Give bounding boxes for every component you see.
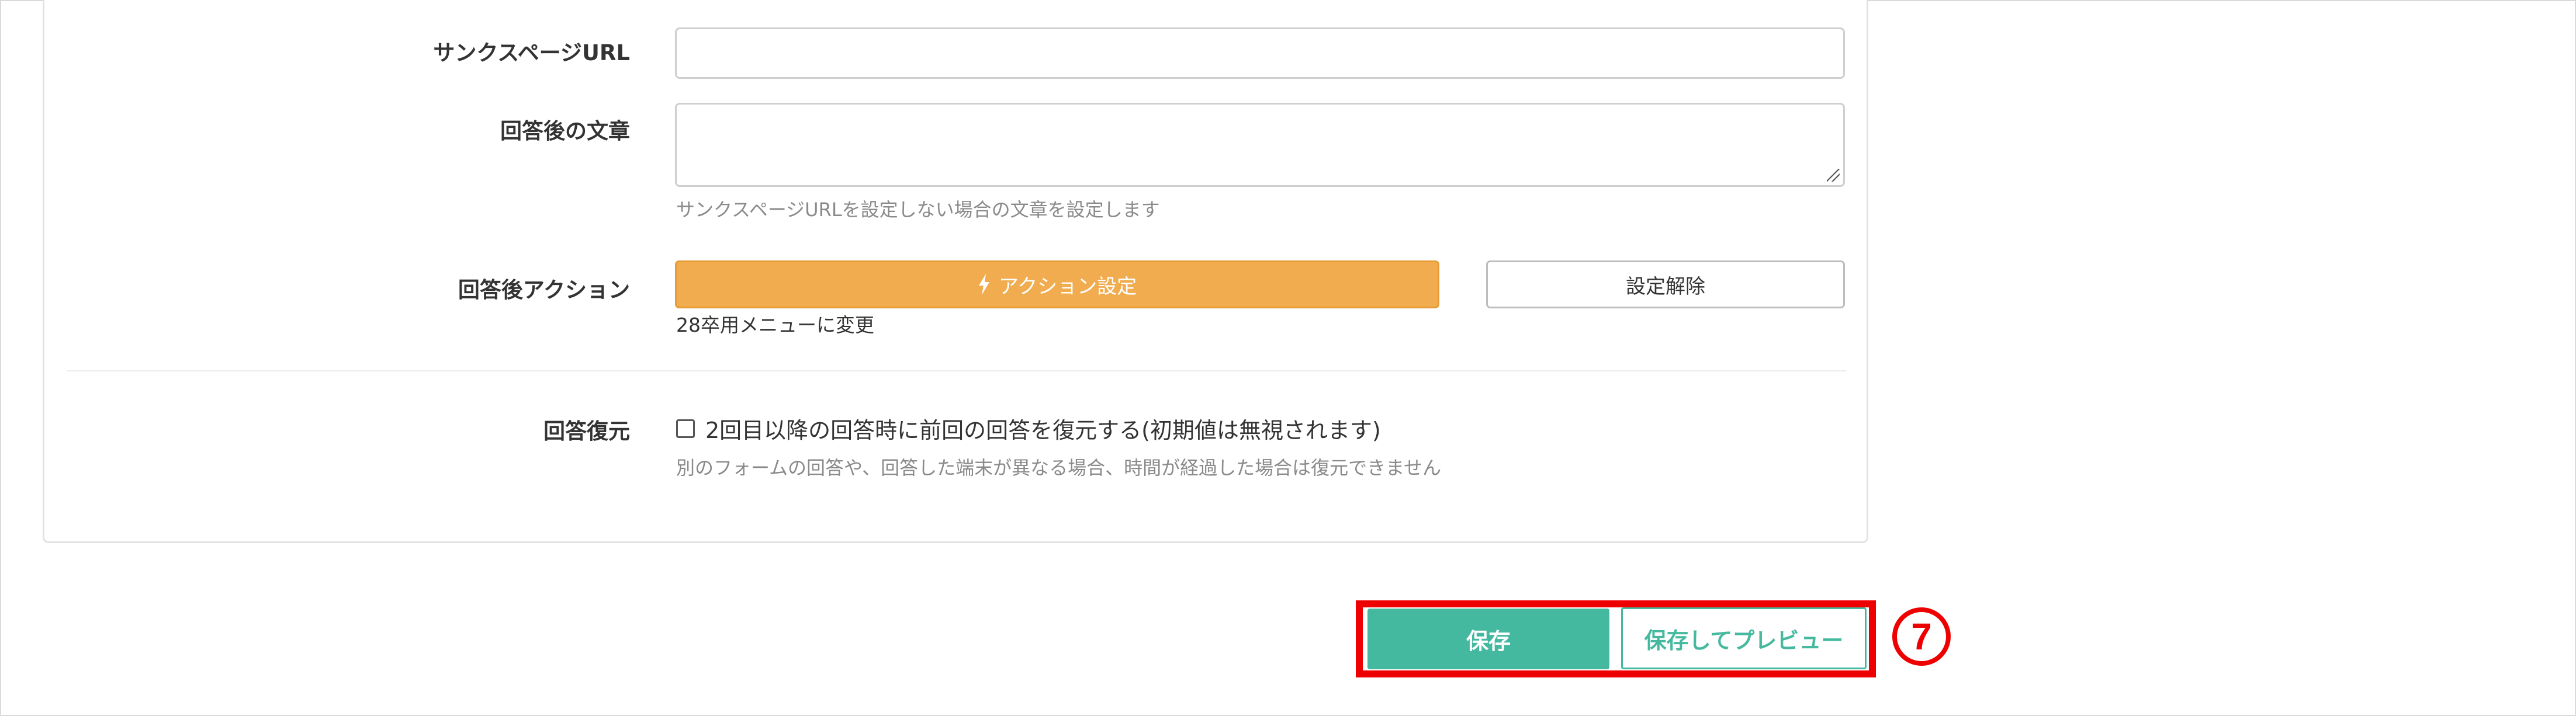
action-settings-button[interactable]: アクション設定 (675, 260, 1439, 308)
restore-checkbox-label[interactable]: 2回目以降の回答時に前回の回答を復元する(初期値は無視されます) (705, 412, 1381, 444)
step-number-badge: 7 (1892, 607, 1951, 666)
after-text-textarea[interactable] (675, 103, 1845, 187)
thanks-url-input[interactable] (675, 27, 1845, 79)
after-text-label: 回答後の文章 (500, 119, 630, 144)
restore-label: 回答復元 (543, 419, 630, 444)
save-button[interactable]: 保存 (1367, 609, 1609, 669)
resize-grip-icon[interactable] (1827, 169, 1840, 182)
after-text-help: サンクスページURLを設定しない場合の文章を設定します (676, 199, 1160, 221)
after-action-note: 28卒用メニューに変更 (676, 314, 874, 336)
thanks-url-label: サンクスページURL (433, 40, 630, 65)
unset-button[interactable]: 設定解除 (1486, 260, 1845, 308)
section-divider (67, 370, 1846, 371)
action-settings-label: アクション設定 (998, 274, 1137, 298)
save-and-preview-button[interactable]: 保存してプレビュー (1621, 607, 1867, 669)
lightning-icon (978, 274, 989, 295)
restore-help: 別のフォームの回答や、回答した端末が異なる場合、時間が経過した場合は復元できませ… (676, 457, 1442, 479)
after-action-label: 回答後アクション (458, 277, 630, 303)
restore-option[interactable]: 2回目以降の回答時に前回の回答を復元する(初期値は無視されます) (676, 412, 1381, 444)
restore-checkbox[interactable] (676, 419, 695, 438)
